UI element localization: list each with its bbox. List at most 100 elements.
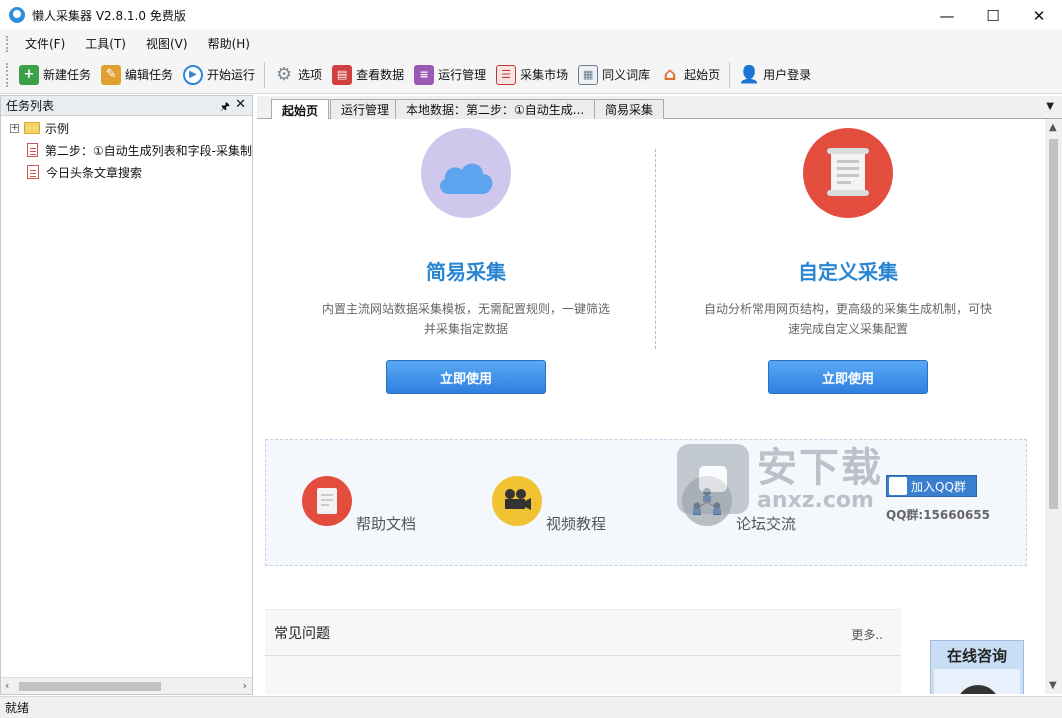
minimize-button[interactable]: —: [924, 0, 970, 31]
toolbar: + 新建任务 ✎ 编辑任务 ▶ 开始运行 ⚙ 选项 ▤ 查看数据 ≡ 运行管理 …: [0, 56, 1062, 94]
start-page-content: 简易采集 内置主流网站数据采集模板，无需配置规则，一键筛选并采集指定数据 立即使…: [257, 119, 1045, 694]
custom-collect-use-button[interactable]: 立即使用: [768, 360, 928, 394]
collect-market-label: 采集市场: [520, 68, 569, 82]
scrollbar-thumb[interactable]: [19, 682, 161, 691]
custom-collect-desc: 自动分析常用网页结构，更高级的采集生成机制，可快速完成自定义采集配置: [703, 302, 992, 336]
start-run-label: 开始运行: [207, 68, 256, 82]
task-icon: [27, 143, 38, 157]
menu-grip: [6, 35, 9, 52]
simple-collect-desc: 内置主流网站数据采集模板，无需配置规则，一键筛选并采集指定数据: [321, 302, 610, 336]
start-page-button[interactable]: ⌂ 起始页: [655, 60, 725, 90]
user-login-label: 用户登录: [763, 68, 812, 82]
view-data-button[interactable]: ▤ 查看数据: [327, 60, 409, 90]
collect-market-button[interactable]: ☰ 采集市场: [491, 60, 573, 90]
folder-icon: [24, 122, 40, 134]
app-logo-icon: [9, 7, 25, 23]
tab-dropdown-icon[interactable]: ▼: [1046, 101, 1054, 112]
view-data-label: 查看数据: [356, 68, 405, 82]
run-manage-button[interactable]: ≡ 运行管理: [409, 60, 491, 90]
scroll-down-icon[interactable]: ▼: [1049, 680, 1057, 691]
tab-run-manage[interactable]: 运行管理: [330, 99, 401, 119]
scroll-left-icon[interactable]: ‹: [5, 679, 9, 692]
database-icon: ≡: [414, 64, 435, 85]
panel-close-icon[interactable]: ✕: [235, 97, 246, 112]
video-tutorial-link[interactable]: 视频教程: [492, 476, 606, 533]
forum-icon: [682, 476, 732, 526]
toolbar-separator: [264, 61, 266, 88]
tab-simple-collect[interactable]: 简易采集: [594, 99, 665, 119]
menu-tools[interactable]: 工具(T): [75, 35, 136, 52]
scrollbar-thumb[interactable]: [1049, 139, 1058, 509]
join-qq-group-button[interactable]: 加入QQ群: [886, 475, 977, 497]
simple-collect-use-button[interactable]: 立即使用: [386, 360, 546, 394]
toolbar-separator: [729, 61, 731, 88]
task-list-title: 任务列表: [6, 99, 55, 113]
tab-start-page[interactable]: 起始页: [271, 99, 330, 120]
forum-link[interactable]: 论坛交流: [682, 476, 796, 533]
scroll-up-icon[interactable]: ▲: [1049, 122, 1057, 133]
faq-header: 常见问题 更多..: [265, 610, 901, 656]
market-icon: ☰: [496, 64, 517, 85]
run-manage-label: 运行管理: [438, 68, 487, 82]
vertical-scrollbar[interactable]: ▲ ▼: [1045, 119, 1062, 694]
tab-local-data[interactable]: 本地数据：第二步：①自动生成...: [395, 99, 596, 119]
online-consult-title: 在线咨询: [946, 646, 1007, 665]
tree-item-task[interactable]: 第二步：①自动生成列表和字段-采集制: [1, 139, 252, 161]
new-task-icon: +: [19, 64, 39, 85]
tree-item-examples[interactable]: + 示例: [1, 117, 252, 139]
options-button[interactable]: ⚙ 选项: [269, 60, 327, 90]
menu-bar: 文件(F) 工具(T) 视图(V) 帮助(H): [0, 31, 1062, 56]
document-icon: ▦: [578, 64, 599, 85]
status-bar: 就绪: [0, 696, 1062, 718]
tree-expand-icon[interactable]: +: [10, 123, 19, 133]
status-text: 就绪: [5, 701, 30, 715]
help-doc-icon: [302, 476, 352, 526]
menu-view[interactable]: 视图(V): [136, 35, 198, 52]
new-task-button[interactable]: + 新建任务: [14, 60, 96, 90]
gear-icon: ⚙: [275, 64, 293, 85]
synonym-library-button[interactable]: ▦ 同义词库: [573, 60, 655, 90]
menu-help[interactable]: 帮助(H): [198, 35, 260, 52]
task-list-header: 任务列表 🖈 ✕: [1, 96, 252, 116]
pin-icon[interactable]: 🖈: [220, 98, 230, 117]
simple-collect-circle: [421, 128, 511, 218]
join-qq-group-label: 加入QQ群: [911, 479, 966, 494]
help-docs-label: 帮助文档: [356, 515, 417, 533]
online-consult-widget[interactable]: 在线咨询: [930, 640, 1024, 694]
user-login-button[interactable]: 👤 用户登录: [734, 60, 816, 90]
new-task-label: 新建任务: [43, 68, 92, 82]
faq-section: 常见问题 更多..: [265, 609, 901, 694]
simple-collect-card: 简易采集 内置主流网站数据采集模板，无需配置规则，一键筛选并采集指定数据 立即使…: [269, 119, 663, 394]
maximize-button[interactable]: ☐: [970, 0, 1016, 31]
faq-more-link[interactable]: 更多..: [851, 626, 883, 643]
home-icon: ⌂: [663, 64, 677, 85]
custom-collect-title: 自定义采集: [798, 260, 898, 284]
window-title: 懒人采集器 V2.8.1.0 免费版: [32, 8, 186, 23]
edit-task-button[interactable]: ✎ 编辑任务: [96, 60, 178, 90]
start-page-label: 起始页: [684, 68, 721, 82]
qq-group-icon: [889, 477, 907, 495]
document-tabs: 起始页 运行管理 本地数据：第二步：①自动生成... 简易采集 ▼: [257, 96, 1062, 120]
consult-avatar: [934, 669, 1020, 694]
start-run-button[interactable]: ▶ 开始运行: [178, 60, 260, 90]
video-camera-icon: [492, 476, 542, 526]
menu-file[interactable]: 文件(F): [15, 35, 75, 52]
simple-collect-title: 简易采集: [426, 260, 506, 284]
forum-label: 论坛交流: [736, 515, 797, 533]
horizontal-scrollbar[interactable]: ‹ ›: [1, 677, 252, 694]
scroll-right-icon[interactable]: ›: [243, 679, 247, 692]
video-tutorial-label: 视频教程: [546, 515, 607, 533]
tree-item-task[interactable]: 今日头条文章搜索: [1, 161, 252, 183]
close-button[interactable]: ✕: [1016, 0, 1062, 31]
synonym-library-label: 同义词库: [602, 68, 651, 82]
edit-task-icon: ✎: [101, 64, 122, 85]
title-bar: 懒人采集器 V2.8.1.0 免费版 — ☐ ✕: [0, 0, 1062, 31]
tree-item-label: 第二步：①自动生成列表和字段-采集制: [44, 143, 252, 158]
custom-collect-circle: [803, 128, 893, 218]
help-docs-link[interactable]: 帮助文档: [302, 476, 416, 533]
task-list-panel: 任务列表 🖈 ✕ + 示例 第二步：①自动生成列表和字段-采集制 今日头条文章搜…: [0, 95, 253, 695]
resources-panel: 帮助文档 视频教程 论坛交流 加入QQ群 QQ群:15660655: [265, 439, 1027, 566]
window-controls: — ☐ ✕: [924, 0, 1062, 31]
edit-task-label: 编辑任务: [125, 68, 174, 82]
scroll-icon: [827, 148, 869, 196]
